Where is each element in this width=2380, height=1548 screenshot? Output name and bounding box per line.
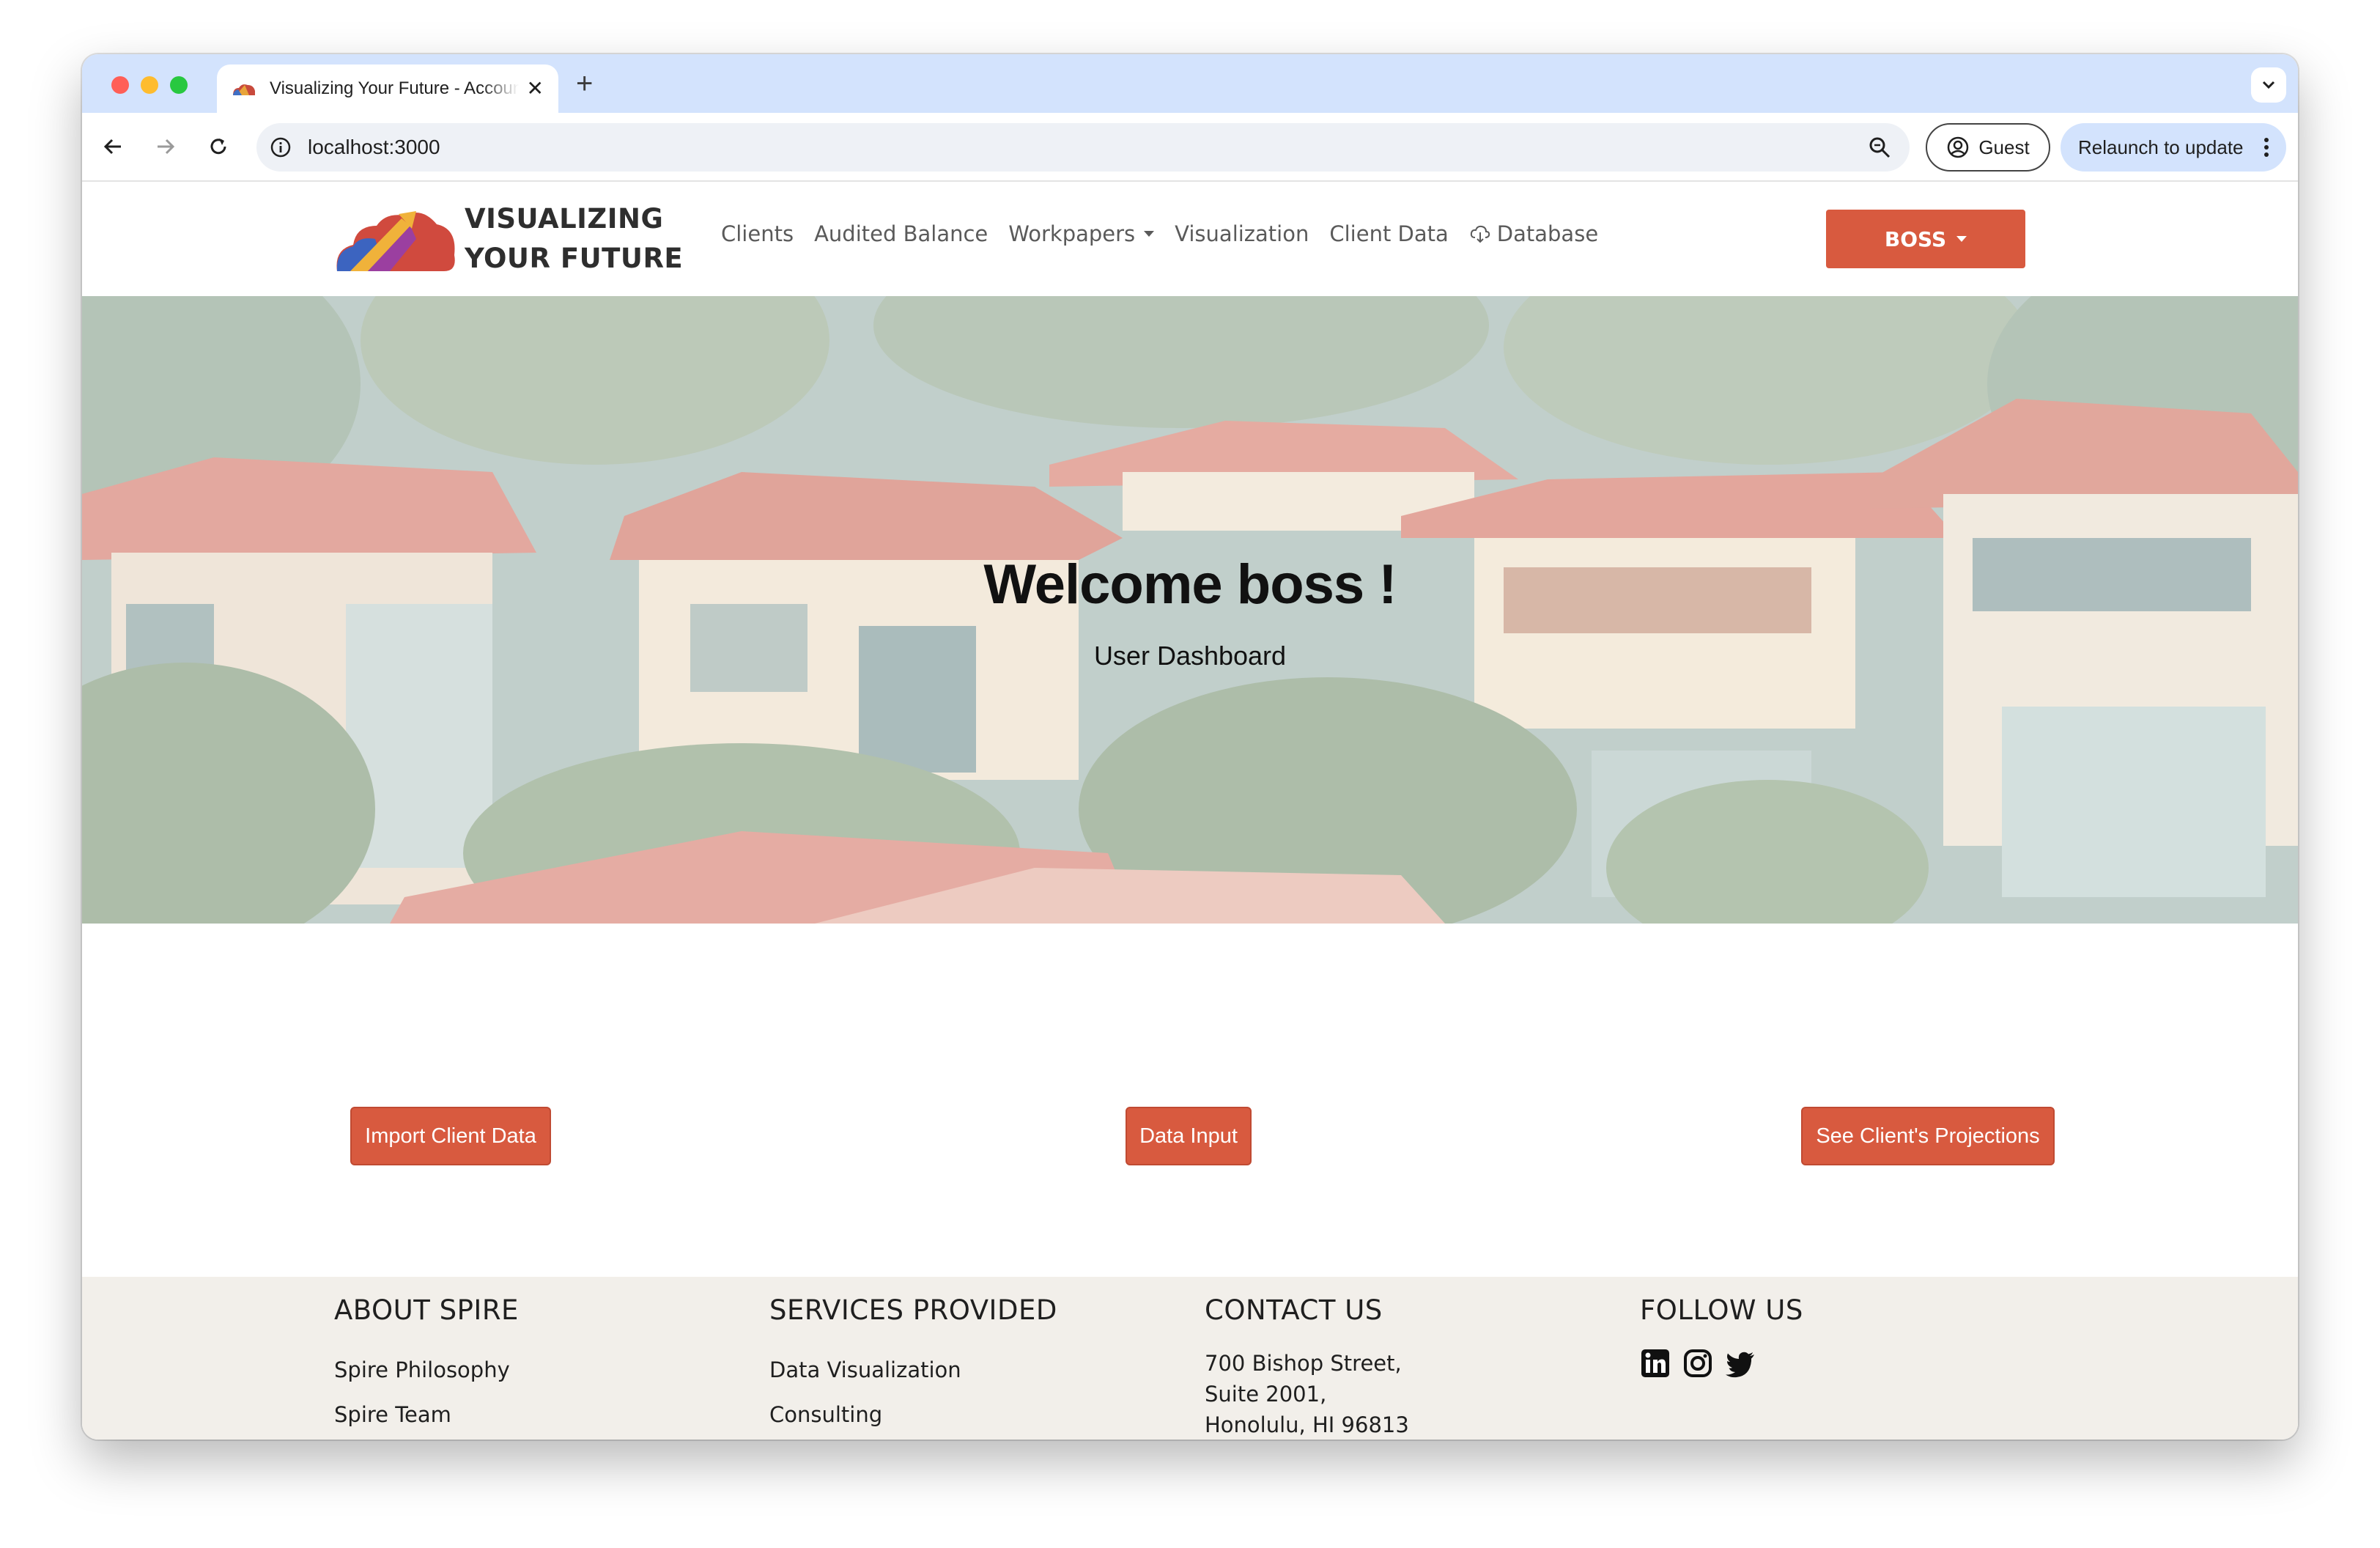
hero-banner: Welcome boss ! User Dashboard [82,296,2298,924]
relaunch-button[interactable]: Relaunch to update [2061,123,2286,172]
footer-follow-column: FOLLOW US [1640,1294,1803,1379]
see-client-projections-button[interactable]: See Client's Projections [1801,1107,2055,1165]
site-navbar: VISUALIZING YOUR FUTURE Clients Audited … [82,182,2298,296]
nav-link-client-data[interactable]: Client Data [1329,221,1448,246]
footer-heading: SERVICES PROVIDED [769,1294,1057,1326]
reload-icon [210,139,226,155]
nav-link-label: Client Data [1329,221,1449,246]
back-button[interactable] [98,132,128,161]
footer-about-column: ABOUT SPIRE Spire Philosophy Spire Team [334,1294,519,1437]
footer-link-consulting[interactable]: Consulting [769,1393,1057,1437]
footer-contact-column: CONTACT US 700 Bishop Street, Suite 2001… [1205,1294,1409,1440]
minimize-window-button[interactable] [141,76,158,94]
button-label: See Client's Projections [1816,1124,2040,1148]
close-window-button[interactable] [111,76,129,94]
button-label: Import Client Data [365,1124,536,1148]
footer-services-column: SERVICES PROVIDED Data Visualization Con… [769,1294,1057,1437]
nav-link-visualization[interactable]: Visualization [1175,221,1309,246]
brand-name[interactable]: VISUALIZING YOUR FUTURE [465,199,683,279]
hero-subtitle: User Dashboard [1093,641,1287,671]
hero-title: Welcome boss ! [983,553,1397,616]
address-line: 700 Bishop Street, [1205,1351,1402,1376]
nav-link-label: Clients [721,221,794,246]
instagram-icon[interactable] [1682,1348,1713,1379]
import-client-data-button[interactable]: Import Client Data [350,1107,551,1165]
footer-heading: CONTACT US [1205,1294,1383,1326]
browser-toolbar: localhost:3000 Guest Relaunch to update [82,113,2298,182]
relaunch-label: Relaunch to update [2078,136,2244,158]
new-tab-button[interactable]: + [576,69,593,98]
address-line: Honolulu, HI 96813 [1205,1412,1409,1437]
reload-button[interactable] [204,132,233,161]
forward-button[interactable] [151,132,180,161]
page-content: VISUALIZING YOUR FUTURE Clients Audited … [82,182,2298,1440]
nav-link-database[interactable]: Database [1469,221,1598,246]
brand-line-2: YOUR FUTURE [465,243,684,274]
address-line: Suite 2001, [1205,1382,1327,1407]
tab-title: Visualizing Your Future - Accounting [270,78,519,98]
nav-link-label: Visualization [1175,221,1309,246]
site-footer: ABOUT SPIRE Spire Philosophy Spire Team … [82,1277,2298,1440]
linkedin-icon[interactable] [1640,1348,1671,1379]
user-circle-icon [1948,136,1969,158]
footer-link-spire-team[interactable]: Spire Team [334,1393,519,1437]
url-text: localhost:3000 [308,136,440,158]
nav-link-label: Database [1496,221,1599,246]
info-icon[interactable] [270,136,292,158]
nav-link-audited-balance[interactable]: Audited Balance [814,221,988,246]
maximize-window-button[interactable] [170,76,188,94]
profile-button[interactable]: Guest [1926,123,2050,172]
data-input-button[interactable]: Data Input [1126,1107,1252,1165]
cloud-download-icon [1470,225,1490,243]
button-label: Data Input [1139,1124,1238,1148]
nav-link-clients[interactable]: Clients [721,221,794,246]
arrow-left-icon [103,139,121,155]
twitter-icon[interactable] [1725,1348,1756,1379]
user-menu-button[interactable]: BOSS [1826,210,2025,268]
footer-link-spire-philosophy[interactable]: Spire Philosophy [334,1348,519,1393]
browser-window: Visualizing Your Future - Accounting ✕ + [82,54,2298,1440]
favicon-icon [233,84,255,95]
chevron-down-icon [2262,81,2275,89]
caret-down-icon [1956,236,1967,242]
zoom-icon[interactable] [1867,135,1892,160]
tab-strip: Visualizing Your Future - Accounting ✕ + [82,54,2298,113]
arrow-right-icon [158,139,175,155]
more-vert-icon[interactable] [2263,136,2270,158]
brand-line-1: VISUALIZING [465,203,664,235]
nav-link-label: Audited Balance [814,221,988,246]
caret-down-icon [1144,231,1155,237]
tab-search-button[interactable] [2251,67,2286,103]
nav-links: Clients Audited Balance Workpapers Visua… [721,221,1598,246]
browser-tab-active[interactable]: Visualizing Your Future - Accounting ✕ [217,64,558,113]
user-menu-label: BOSS [1884,226,1947,251]
address-bar[interactable]: localhost:3000 [256,123,1910,172]
footer-link-data-visualization[interactable]: Data Visualization [769,1348,1057,1393]
footer-heading: FOLLOW US [1640,1294,1803,1326]
social-links [1640,1348,1803,1379]
footer-heading: ABOUT SPIRE [334,1294,519,1326]
tab-close-icon[interactable]: ✕ [527,78,544,99]
logo-icon[interactable] [334,204,457,277]
profile-label: Guest [1978,136,2030,158]
nav-dropdown-workpapers[interactable]: Workpapers [1008,221,1155,246]
nav-link-label: Workpapers [1008,221,1136,246]
